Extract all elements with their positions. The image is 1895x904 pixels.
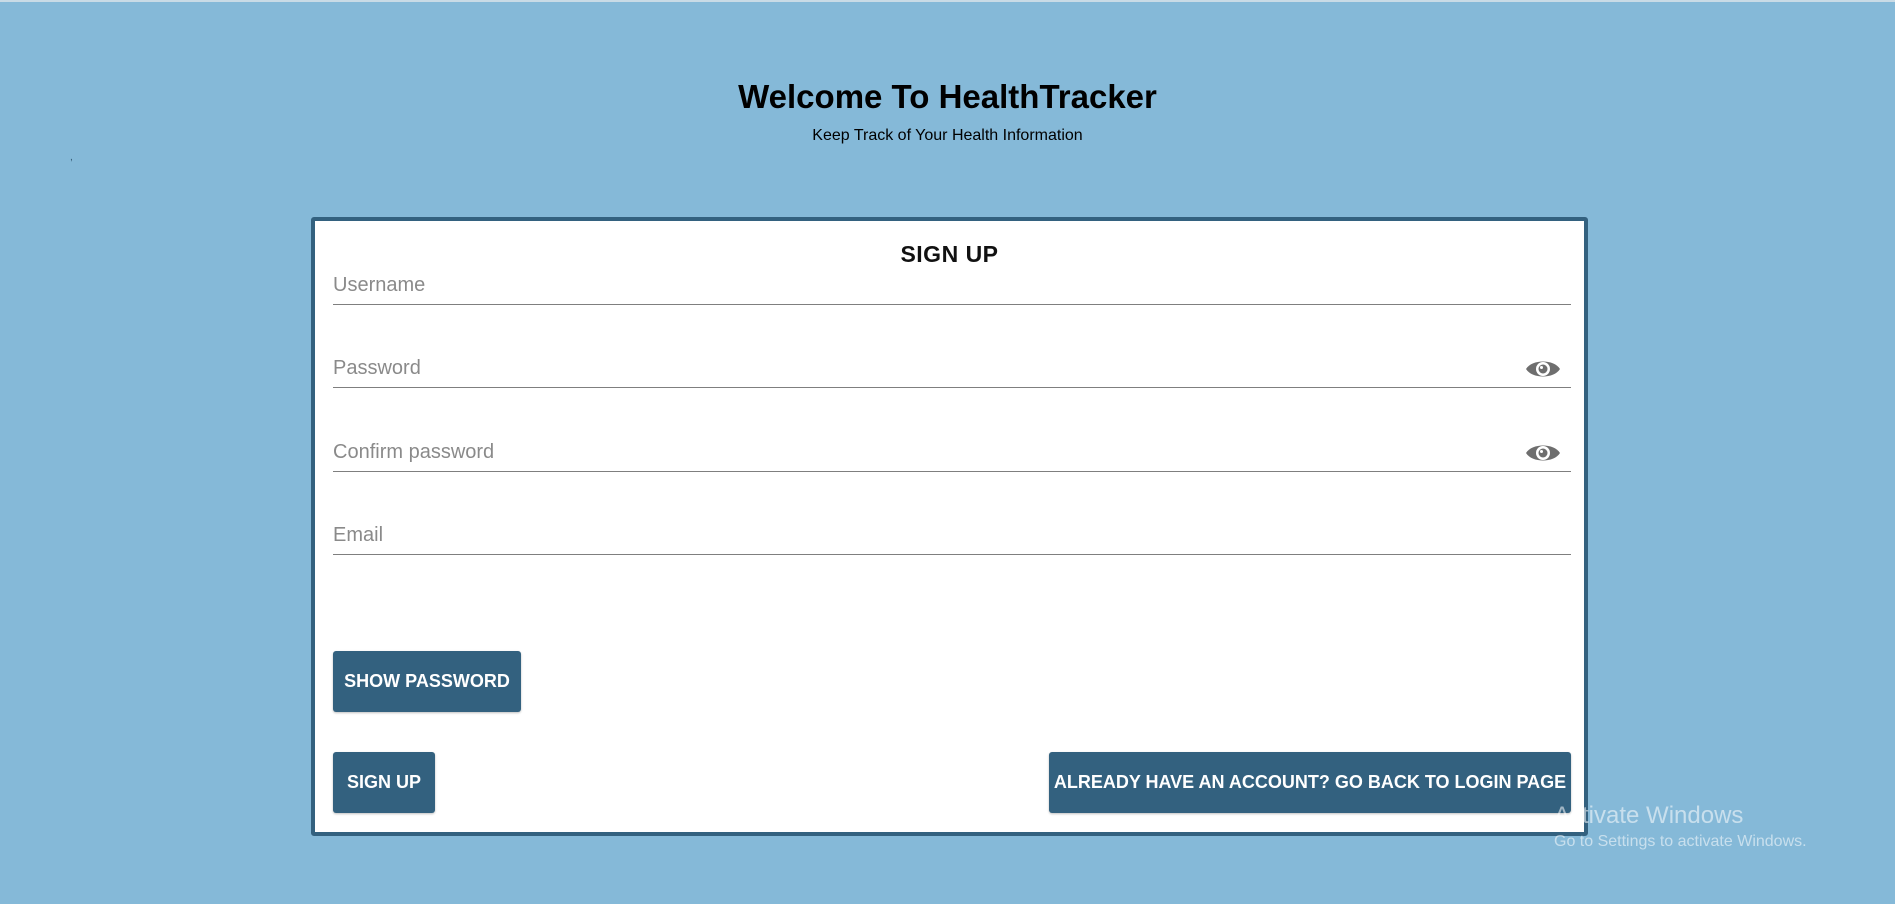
page-subtitle: Keep Track of Your Health Information [812,127,1083,144]
password-field [333,339,1571,388]
eye-icon[interactable] [1525,441,1561,465]
username-input[interactable] [333,270,1503,300]
confirm-password-input[interactable] [333,437,1503,467]
watermark-subtitle: Go to Settings to activate Windows. [1554,833,1807,850]
sign-up-button[interactable]: SIGN UP [333,752,435,813]
stray-mark: , [70,152,73,163]
activate-windows-watermark: Activate Windows Go to Settings to activ… [1554,802,1807,852]
email-input[interactable] [333,520,1503,550]
email-field [333,506,1571,555]
username-field [333,256,1571,305]
page-header: Welcome To HealthTracker Keep Track of Y… [0,76,1895,145]
eye-icon[interactable] [1525,357,1561,381]
signup-form: SIGN UP SHOW PASSWORD SIGN UP ALREADY HA… [311,217,1588,836]
page-title: Welcome To HealthTracker [738,78,1157,115]
confirm-password-field [333,423,1571,472]
show-password-button[interactable]: SHOW PASSWORD [333,651,521,712]
back-to-login-button[interactable]: ALREADY HAVE AN ACCOUNT? GO BACK TO LOGI… [1049,752,1571,813]
password-input[interactable] [333,353,1503,383]
watermark-title: Activate Windows [1554,802,1744,829]
